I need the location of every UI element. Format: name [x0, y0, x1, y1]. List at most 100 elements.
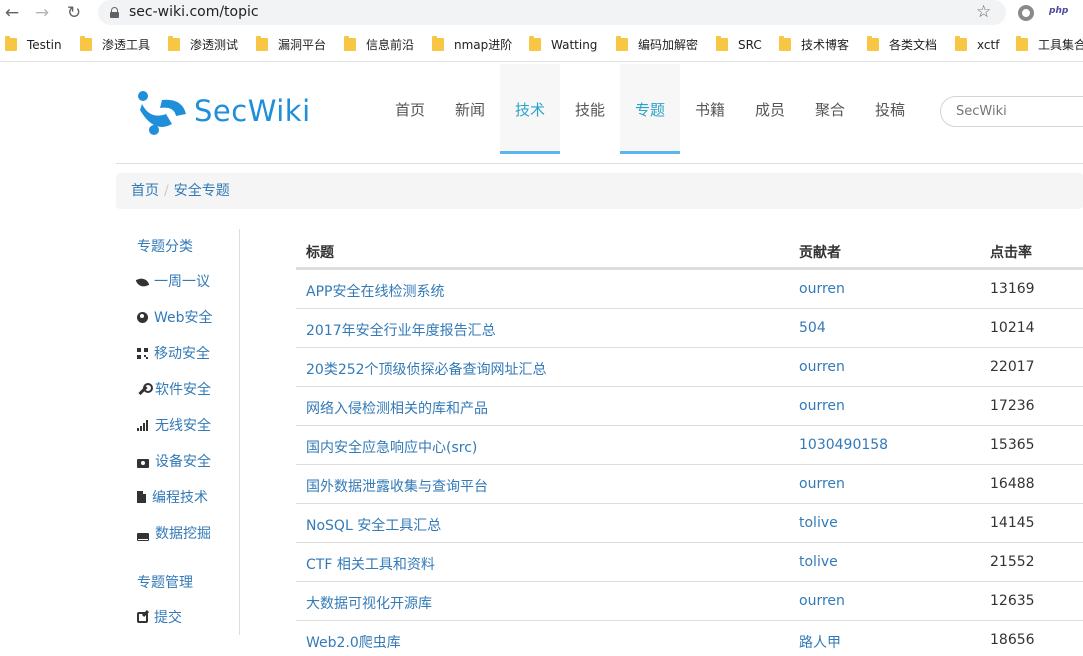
- author-link[interactable]: 504: [799, 320, 826, 336]
- lock-icon: [110, 7, 119, 18]
- sidebar-item-weekly[interactable]: 一周一议: [135, 271, 210, 291]
- folder-icon: [168, 36, 180, 51]
- star-bookmark-icon[interactable]: ☆: [976, 2, 991, 22]
- folder-icon: [256, 36, 268, 51]
- topic-title-link[interactable]: NoSQL 安全工具汇总: [306, 515, 441, 535]
- sidebar-item-device-security[interactable]: 设备安全: [137, 451, 211, 471]
- breadcrumb-home[interactable]: 首页: [131, 183, 159, 199]
- topic-title-link[interactable]: 大数据可视化开源库: [306, 593, 432, 613]
- bookmark-src[interactable]: SRC: [716, 36, 762, 54]
- bookmark-nmap[interactable]: nmap进阶: [432, 36, 512, 54]
- folder-icon: [955, 36, 967, 51]
- nav-home[interactable]: 首页: [380, 64, 440, 154]
- bookmark-pentest[interactable]: 渗透测试: [168, 36, 238, 54]
- sidebar-item-data-mining[interactable]: 数据挖掘: [137, 523, 211, 543]
- sidebar-item-web-security[interactable]: Web安全: [137, 307, 213, 327]
- author-link[interactable]: ourren: [799, 359, 845, 375]
- folder-icon: [779, 36, 791, 51]
- topic-title-link[interactable]: CTF 相关工具和资料: [306, 554, 435, 574]
- click-count: 14145: [990, 515, 1035, 531]
- header-title[interactable]: 标题: [306, 242, 334, 262]
- nav-members[interactable]: 成员: [740, 64, 800, 154]
- topic-title-link[interactable]: 2017年安全行业年度报告汇总: [306, 320, 496, 340]
- bookmark-tech-blog[interactable]: 技术博客: [779, 36, 849, 54]
- header-clicks[interactable]: 点击率: [990, 242, 1032, 262]
- back-arrow-icon[interactable]: ←: [2, 3, 22, 23]
- folder-icon: [1016, 36, 1028, 51]
- bookmark-pentest-tools[interactable]: 渗透工具: [80, 36, 150, 54]
- click-count: 21552: [990, 554, 1035, 570]
- author-link[interactable]: ourren: [799, 281, 845, 297]
- nav-skills[interactable]: 技能: [560, 64, 620, 154]
- author-link[interactable]: tolive: [799, 554, 838, 570]
- author-link[interactable]: 1030490158: [799, 437, 888, 453]
- wrench-icon: [137, 383, 153, 395]
- folder-icon: [616, 36, 628, 51]
- browser-toolbar: ← → ↻ sec-wiki.com/topic ☆ php: [0, 0, 1083, 26]
- author-link[interactable]: ourren: [799, 593, 845, 609]
- author-link[interactable]: 路人甲: [799, 632, 841, 652]
- bookmarks-bar: Testin 渗透工具 渗透测试 漏洞平台 信息前沿 nmap进阶 Wattin…: [0, 32, 1083, 59]
- folder-icon: [80, 36, 92, 51]
- sidebar-item-software-security[interactable]: 软件安全: [137, 379, 211, 399]
- bookmark-xctf[interactable]: xctf: [955, 36, 999, 54]
- topic-title-link[interactable]: Web2.0爬虫库: [306, 632, 401, 652]
- sidebar-item-programming[interactable]: 编程技术: [137, 487, 208, 507]
- hdd-icon: [137, 533, 149, 541]
- nav-submit[interactable]: 投稿: [860, 64, 920, 154]
- extension-circle-icon[interactable]: [1018, 5, 1034, 21]
- click-count: 15365: [990, 437, 1035, 453]
- table-row: 2017年安全行业年度报告汇总 504 10214: [296, 308, 1083, 347]
- bookmark-info-frontier[interactable]: 信息前沿: [344, 36, 414, 54]
- site-logo[interactable]: SecWiki: [136, 90, 336, 138]
- sidebar: 专题分类 一周一议 Web安全 移动安全 软件安全 无线安全 设备安全 编程技术…: [135, 229, 240, 635]
- author-link[interactable]: ourren: [799, 476, 845, 492]
- topic-title-link[interactable]: APP安全在线检测系统: [306, 281, 444, 301]
- bookmark-watting[interactable]: Watting: [529, 36, 597, 54]
- nav-news[interactable]: 新闻: [440, 64, 500, 154]
- bookmark-docs[interactable]: 各类文档: [867, 36, 937, 54]
- chrome-divider: [0, 61, 1083, 62]
- click-count: 10214: [990, 320, 1035, 336]
- folder-icon: [529, 36, 541, 51]
- sidebar-item-mobile-security[interactable]: 移动安全: [137, 343, 210, 363]
- author-link[interactable]: ourren: [799, 398, 845, 414]
- nav-tech[interactable]: 技术: [500, 64, 560, 154]
- topic-title-link[interactable]: 20类252个顶级侦探必备查询网址汇总: [306, 359, 547, 379]
- bookmark-vuln-platform[interactable]: 漏洞平台: [256, 36, 326, 54]
- header-divider: [116, 163, 1083, 164]
- globe-icon: [137, 312, 148, 323]
- breadcrumb: 首页 / 安全专题: [116, 173, 1083, 209]
- signal-icon: [137, 419, 149, 431]
- address-bar[interactable]: sec-wiki.com/topic ☆: [98, 0, 1006, 25]
- breadcrumb-separator: /: [164, 183, 169, 199]
- breadcrumb-current[interactable]: 安全专题: [174, 183, 230, 199]
- sidebar-item-wireless-security[interactable]: 无线安全: [137, 415, 211, 435]
- url-text[interactable]: sec-wiki.com/topic: [129, 4, 259, 20]
- click-count: 16488: [990, 476, 1035, 492]
- topic-title-link[interactable]: 国外数据泄露收集与查询平台: [306, 476, 488, 496]
- topic-title-link[interactable]: 国内安全应急响应中心(src): [306, 437, 477, 457]
- click-count: 13169: [990, 281, 1035, 297]
- forward-arrow-icon[interactable]: →: [32, 3, 52, 23]
- header-author[interactable]: 贡献者: [799, 242, 841, 262]
- nav-aggregate[interactable]: 聚合: [800, 64, 860, 154]
- folder-icon: [716, 36, 728, 51]
- author-link[interactable]: tolive: [799, 515, 838, 531]
- sidebar-item-submit[interactable]: 提交: [137, 607, 182, 627]
- click-count: 18656: [990, 632, 1035, 648]
- topic-title-link[interactable]: 网络入侵检测相关的库和产品: [306, 398, 488, 418]
- leaf-icon: [135, 276, 150, 289]
- bookmark-encoding[interactable]: 编码加解密: [616, 36, 698, 54]
- search-input[interactable]: [940, 96, 1083, 127]
- nav-topic[interactable]: 专题: [620, 64, 680, 154]
- folder-icon: [5, 36, 17, 51]
- bookmark-testin[interactable]: Testin: [5, 36, 62, 54]
- nav-books[interactable]: 书籍: [680, 64, 740, 154]
- reload-icon[interactable]: ↻: [64, 3, 84, 23]
- php-extension-icon[interactable]: php: [1049, 6, 1068, 16]
- click-count: 12635: [990, 593, 1035, 609]
- bookmark-tool-collection[interactable]: 工具集合: [1016, 36, 1083, 54]
- edit-icon: [137, 612, 148, 623]
- table-row: 大数据可视化开源库 ourren 12635: [296, 581, 1083, 620]
